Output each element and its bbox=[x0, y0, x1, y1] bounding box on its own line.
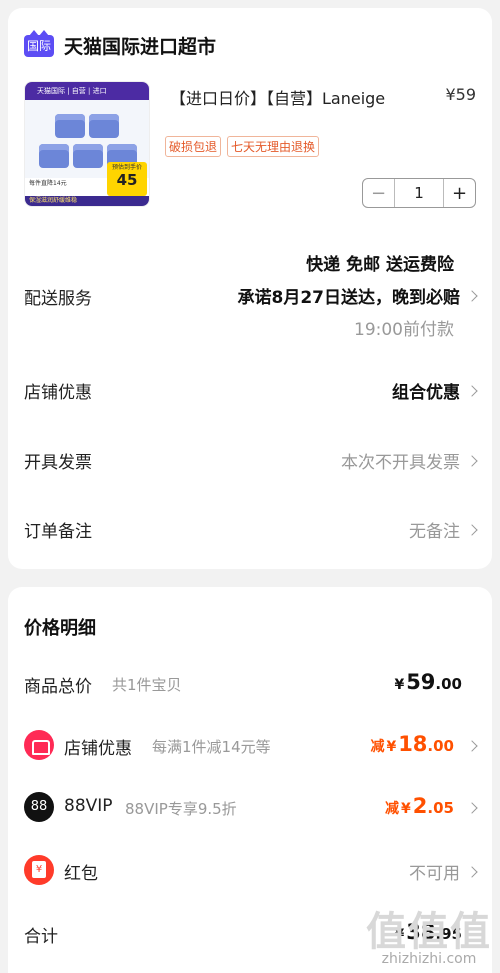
currency: ¥ bbox=[386, 739, 397, 755]
delivery-promise[interactable]: 承诺8月27日送达，晚到必赔 bbox=[237, 283, 478, 308]
goods-total-label: 商品总价 bbox=[24, 677, 92, 697]
product-price: ¥59 bbox=[445, 85, 476, 104]
chevron-right-icon bbox=[466, 865, 478, 878]
amount-dec: .05 bbox=[427, 799, 454, 817]
order-card: 国际 天猫国际进口超市 天猫国际 | 自营 | 进口 每件直降14元 预估到手价… bbox=[8, 8, 492, 569]
shop-discount-label: 店铺优惠 bbox=[64, 739, 132, 759]
thumb-bottom: 每件直降14元 预估到手价 45 保湿滋润舒缓维稳 bbox=[25, 162, 149, 206]
watermark-logo: 值值值 bbox=[366, 909, 492, 955]
store-discount-value: 组合优惠 bbox=[392, 383, 460, 403]
store-discount-selector[interactable]: 组合优惠 bbox=[392, 378, 478, 403]
thumb-badge-label: 预估到手价 bbox=[111, 164, 142, 171]
watermark: 值值值 zhizhizhi.com bbox=[366, 899, 492, 967]
shop-discount-sub: 每满1件减14元等 bbox=[152, 738, 271, 756]
product-thumbnail[interactable]: 天猫国际 | 自营 | 进口 每件直降14元 预估到手价 45 保湿滋润舒缓维稳 bbox=[24, 81, 150, 207]
amount-int: 18 bbox=[398, 732, 428, 756]
goods-total-amount: ¥ 59 .00 bbox=[394, 670, 462, 694]
amount-dec: .00 bbox=[435, 675, 462, 693]
minus-prefix: 减 bbox=[385, 801, 400, 817]
currency: ¥ bbox=[401, 801, 411, 817]
store-discount-label: 店铺优惠 bbox=[24, 383, 92, 403]
delivery-line2: 承诺8月27日送达，晚到必赔 bbox=[237, 288, 461, 308]
watermark-url: zhizhizhi.com bbox=[381, 951, 477, 967]
amount-int: 59 bbox=[406, 670, 436, 694]
chevron-right-icon[interactable] bbox=[466, 740, 478, 752]
delivery-label: 配送服务 bbox=[24, 289, 92, 309]
vip-label: 88VIP bbox=[64, 796, 113, 816]
note-selector[interactable]: 无备注 bbox=[409, 517, 478, 542]
quantity-input[interactable]: 1 bbox=[395, 179, 443, 207]
increase-button[interactable]: + bbox=[443, 179, 475, 207]
minus-prefix: 减 bbox=[370, 739, 385, 755]
thumb-badge-price: 45 bbox=[116, 171, 138, 189]
vip-sub: 88VIP专享9.5折 bbox=[125, 800, 237, 818]
jar-icon bbox=[39, 144, 69, 168]
delivery-line1: 快递 免邮 送运费险 bbox=[306, 255, 454, 275]
jar-icon bbox=[55, 114, 85, 138]
88vip-icon: 88 bbox=[24, 792, 54, 822]
note-value: 无备注 bbox=[409, 522, 460, 542]
shop-discount-amount[interactable]: 减 ¥ 18 .00 bbox=[370, 732, 454, 756]
note-label: 订单备注 bbox=[24, 522, 92, 542]
red-packet-label: 红包 bbox=[64, 864, 98, 884]
tag-damage-return[interactable]: 破损包退 bbox=[165, 136, 222, 157]
product-title[interactable]: 【进口日价】【自营】Laneige bbox=[170, 85, 385, 109]
chevron-right-icon bbox=[466, 289, 478, 302]
delivery-line3: 19:00前付款 bbox=[354, 320, 454, 340]
invoice-label: 开具发票 bbox=[24, 453, 92, 473]
thumb-strip: 保湿滋润舒缓维稳 bbox=[25, 196, 149, 206]
red-packet-selector[interactable]: 不可用 bbox=[409, 859, 478, 884]
store-name: 天猫国际进口超市 bbox=[64, 36, 217, 58]
chevron-right-icon bbox=[466, 523, 478, 536]
jar-icon bbox=[73, 144, 103, 168]
thumb-top-banner: 天猫国际 | 自营 | 进口 bbox=[25, 82, 149, 100]
jar-icon bbox=[89, 114, 119, 138]
chevron-right-icon bbox=[466, 384, 478, 397]
thumb-price-badge: 预估到手价 45 bbox=[107, 162, 147, 196]
invoice-value: 本次不开具发票 bbox=[341, 453, 460, 473]
tmall-global-logo-icon: 国际 bbox=[24, 29, 54, 57]
thumb-discount-text: 每件直降14元 bbox=[29, 180, 67, 187]
store-header[interactable]: 国际 天猫国际进口超市 bbox=[24, 29, 217, 59]
invoice-selector[interactable]: 本次不开具发票 bbox=[341, 448, 478, 473]
tag-seven-day-return[interactable]: 七天无理由退换 bbox=[227, 136, 320, 157]
shop-discount-icon bbox=[24, 730, 54, 760]
amount-int: 2 bbox=[412, 794, 428, 818]
price-detail-title: 价格明细 bbox=[24, 618, 96, 639]
service-tags: 破损包退 七天无理由退换 bbox=[165, 136, 320, 157]
quantity-stepper: − 1 + bbox=[362, 178, 476, 208]
goods-total-sub: 共1件宝贝 bbox=[112, 676, 182, 694]
total-label: 合计 bbox=[24, 927, 58, 947]
amount-dec: .00 bbox=[427, 737, 454, 755]
red-packet-icon bbox=[24, 855, 54, 885]
decrease-button[interactable]: − bbox=[363, 179, 395, 207]
chevron-right-icon[interactable] bbox=[466, 802, 478, 814]
vip-discount-amount[interactable]: 减 ¥ 2 .05 bbox=[385, 794, 454, 818]
currency: ¥ bbox=[394, 677, 405, 693]
red-packet-value: 不可用 bbox=[409, 864, 460, 884]
chevron-right-icon bbox=[466, 454, 478, 467]
